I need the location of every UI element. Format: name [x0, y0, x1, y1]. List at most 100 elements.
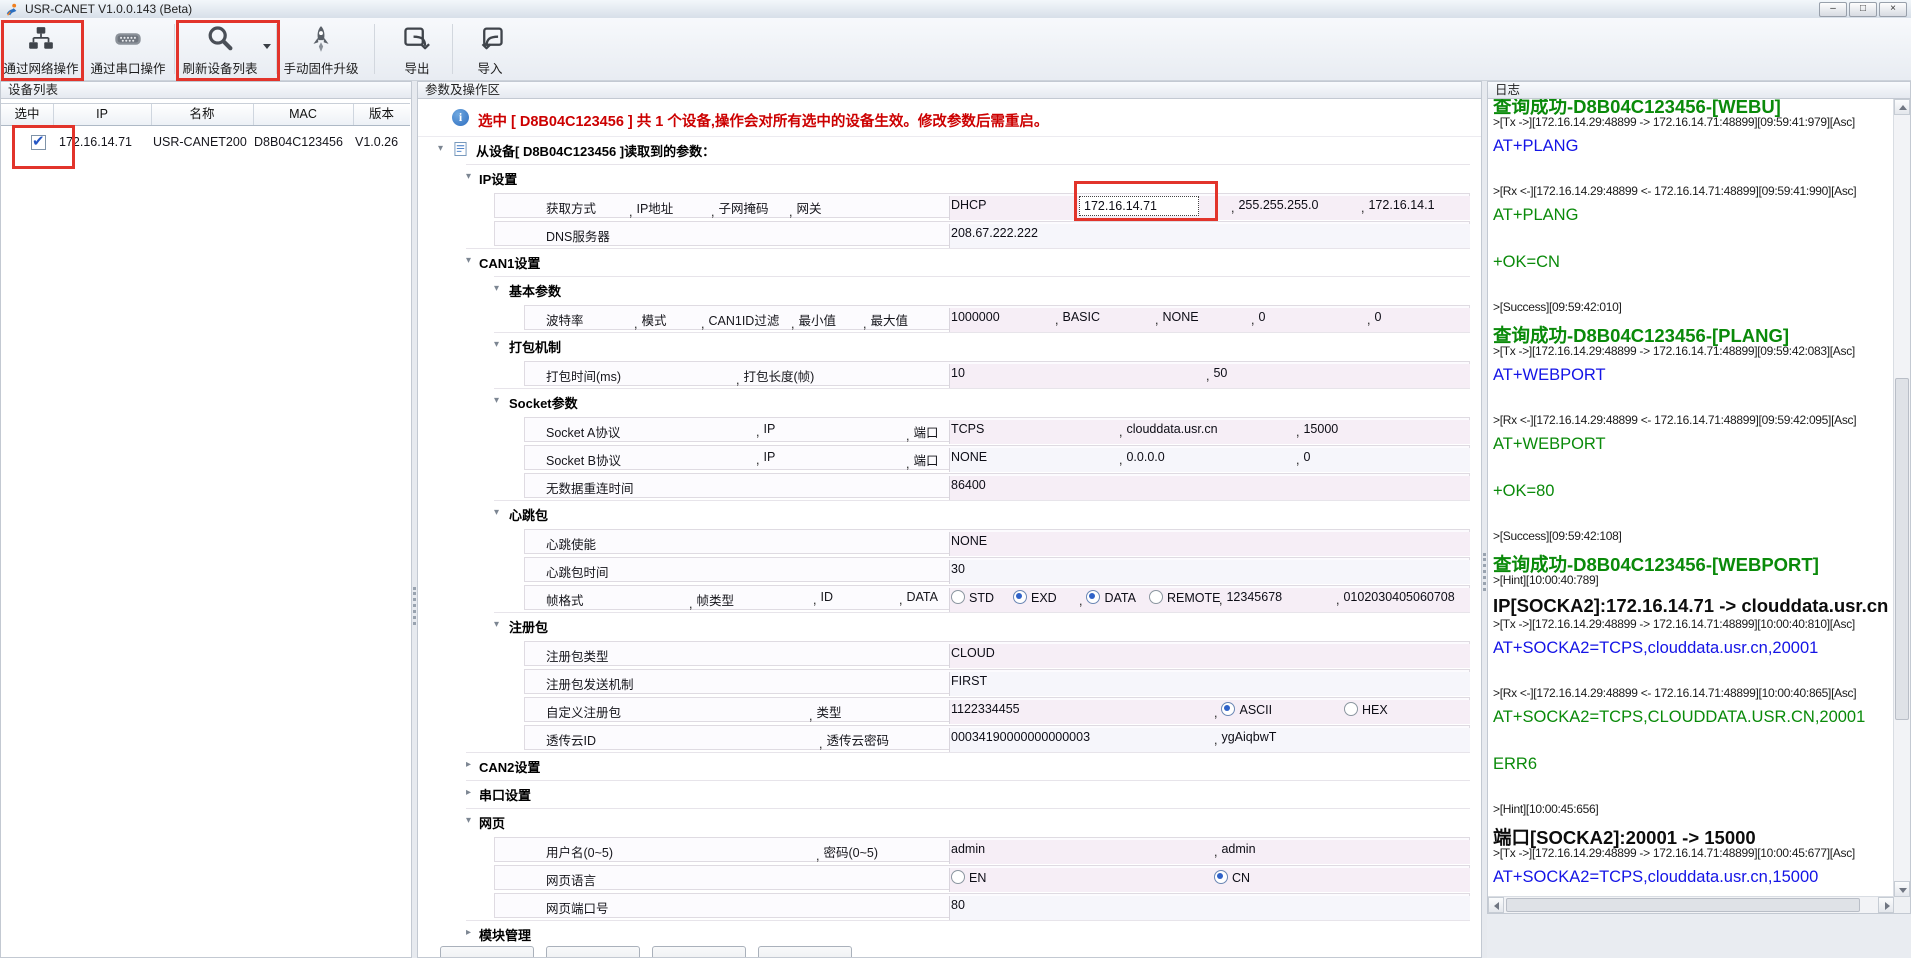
maximize-button[interactable]: □ — [1849, 2, 1877, 17]
param-panel-title: 参数及操作区 — [417, 81, 1482, 99]
param-section-row[interactable]: ▸CAN2设置 — [418, 752, 1481, 780]
horizontal-scroll-thumb[interactable] — [1506, 898, 1860, 912]
radio-option[interactable]: EXD — [1013, 590, 1057, 605]
device-ip: 172.16.14.71 — [59, 135, 132, 149]
log-line: >[Rx <-][172.16.14.29:48899 <- 172.16.14… — [1493, 413, 1893, 435]
radio-option[interactable]: REMOTE — [1149, 590, 1220, 605]
refresh-device-list-button[interactable]: 刷新设备列表 — [178, 22, 262, 77]
param-section-row[interactable]: ▸模块管理 — [418, 920, 1481, 948]
param-row-box — [524, 641, 1470, 666]
column-header-selected[interactable]: 选中 — [1, 104, 54, 125]
minimize-button[interactable]: – — [1819, 2, 1847, 17]
refresh-dropdown-caret-icon[interactable] — [263, 44, 271, 49]
param-row-box — [524, 557, 1470, 582]
collapse-arrow-icon[interactable]: ▾ — [494, 395, 499, 406]
collapse-arrow-icon[interactable]: ▾ — [494, 283, 499, 294]
device-mac: D8B04C123456 — [254, 135, 343, 149]
param-value-input[interactable]: 172.16.14.71 — [1079, 196, 1199, 216]
device-params-icon — [454, 141, 467, 162]
column-header-mac[interactable]: MAC — [253, 104, 354, 125]
param-section-row[interactable]: ▸串口设置 — [418, 780, 1481, 808]
close-button[interactable]: × — [1879, 2, 1907, 17]
param-section-row[interactable]: ▾网页 — [418, 808, 1481, 836]
log-line: AT+SOCKA2=TCPS,CLOUDDATA.USR.CN,20001 — [1493, 708, 1893, 732]
param-row: 网页语言ENCN — [418, 864, 1481, 892]
expand-arrow-icon[interactable]: ▸ — [466, 787, 471, 798]
param-section-row[interactable]: ▾打包机制 — [418, 332, 1481, 360]
param-section-row[interactable]: ▾心跳包 — [418, 500, 1481, 528]
log-line: >[Tx ->][172.16.14.29:48899 -> 172.16.14… — [1493, 846, 1893, 868]
param-section-row[interactable]: ▾CAN1设置 — [418, 248, 1481, 276]
param-value: NONE — [951, 450, 987, 464]
collapse-arrow-icon[interactable]: ▾ — [494, 339, 499, 350]
column-header-ip[interactable]: IP — [53, 104, 152, 125]
param-label: ,IP — [756, 450, 775, 464]
param-value: 30 — [951, 562, 965, 576]
scroll-left-button[interactable] — [1488, 897, 1504, 913]
column-header-version[interactable]: 版本 — [353, 104, 410, 125]
vertical-scroll-thumb[interactable] — [1895, 378, 1909, 720]
radio-option[interactable]: HEX — [1344, 702, 1388, 717]
toolbar: 通过网络操作 通过串口操作 刷新设备列表 — [0, 18, 1911, 81]
section-label: 基本参数 — [509, 281, 561, 300]
param-label: ,端口 — [906, 422, 939, 441]
collapse-arrow-icon[interactable]: ▾ — [466, 171, 471, 182]
radio-unselected-icon — [1149, 590, 1163, 604]
operate-via-serial-button[interactable]: 通过串口操作 — [85, 22, 171, 77]
param-label: ,帧类型 — [689, 590, 734, 609]
device-row[interactable]: ✔ 172.16.14.71 USR-CANET200 D8B04C123456… — [1, 127, 410, 157]
radio-option[interactable]: CN — [1214, 870, 1250, 885]
param-value: ,172.16.14.1 — [1361, 198, 1435, 212]
log-line: AT+WEBPORT — [1493, 435, 1893, 459]
param-section-row[interactable]: ▾Socket参数 — [418, 388, 1481, 416]
log-line: >[Rx <-][172.16.14.29:48899 <- 172.16.14… — [1493, 184, 1893, 206]
value-cell-background — [949, 448, 1470, 472]
collapse-arrow-icon[interactable]: ▾ — [466, 815, 471, 826]
radio-option[interactable]: ,DATA — [1079, 590, 1136, 605]
log-vertical-scrollbar[interactable] — [1893, 99, 1910, 897]
param-section-row[interactable]: ▾IP设置 — [418, 164, 1481, 192]
param-section-row[interactable]: ▾ 基本参数 — [418, 276, 1481, 304]
log-line: >[Hint][10:00:45:656] — [1493, 802, 1893, 824]
collapse-arrow-icon[interactable]: ▾ — [466, 255, 471, 266]
value-cell-background — [949, 560, 1470, 584]
log-line: >[Tx ->][172.16.14.29:48899 -> 172.16.14… — [1493, 115, 1893, 137]
bottom-button-stub[interactable] — [440, 946, 534, 958]
search-icon — [178, 22, 262, 58]
radio-option[interactable]: ,ASCII — [1214, 702, 1272, 717]
param-label: 心跳使能 — [546, 534, 596, 553]
operate-via-network-button[interactable]: 通过网络操作 — [3, 22, 79, 77]
bottom-button-stub[interactable] — [546, 946, 640, 958]
import-button[interactable]: 导入 — [458, 22, 522, 77]
param-value: ,50 — [1206, 366, 1227, 380]
param-section-row[interactable]: ▾注册包 — [418, 612, 1481, 640]
scroll-up-button[interactable] — [1894, 99, 1910, 115]
scroll-right-button[interactable] — [1878, 897, 1894, 913]
radio-option[interactable]: STD — [951, 590, 994, 605]
log-horizontal-scrollbar[interactable] — [1488, 896, 1894, 913]
param-value: NONE — [951, 534, 987, 548]
manual-firmware-upgrade-button[interactable]: 手动固件升级 — [280, 22, 362, 77]
scroll-down-button[interactable] — [1894, 881, 1910, 897]
log-blank-line — [1493, 506, 1893, 529]
expand-arrow-icon[interactable]: ▾ — [438, 143, 443, 154]
expand-arrow-icon[interactable]: ▸ — [466, 759, 471, 770]
log-line: AT+SOCKA2=TCPS,clouddata.usr.cn,20001 — [1493, 639, 1893, 663]
param-value: ,255.255.255.0 — [1231, 198, 1318, 212]
radio-unselected-icon — [951, 870, 965, 884]
device-select-checkbox[interactable]: ✔ — [31, 135, 46, 150]
radio-option[interactable]: EN — [951, 870, 986, 885]
log-line: >[Tx ->][172.16.14.29:48899 -> 172.16.14… — [1493, 617, 1893, 639]
section-divider — [494, 388, 1470, 389]
collapse-arrow-icon[interactable]: ▾ — [494, 507, 499, 518]
column-header-name[interactable]: 名称 — [151, 104, 254, 125]
bottom-button-stub[interactable] — [758, 946, 852, 958]
bottom-button-stub[interactable] — [652, 946, 746, 958]
param-row-box — [524, 361, 1470, 386]
export-button[interactable]: 导出 — [384, 22, 450, 77]
collapse-arrow-icon[interactable]: ▾ — [494, 619, 499, 630]
checkmark-icon: ✔ — [32, 132, 45, 150]
expand-arrow-icon[interactable]: ▸ — [466, 927, 471, 938]
log-line: 查询成功-D8B04C123456-[WEBU] — [1493, 99, 1893, 115]
param-value: ,0 — [1296, 450, 1310, 464]
